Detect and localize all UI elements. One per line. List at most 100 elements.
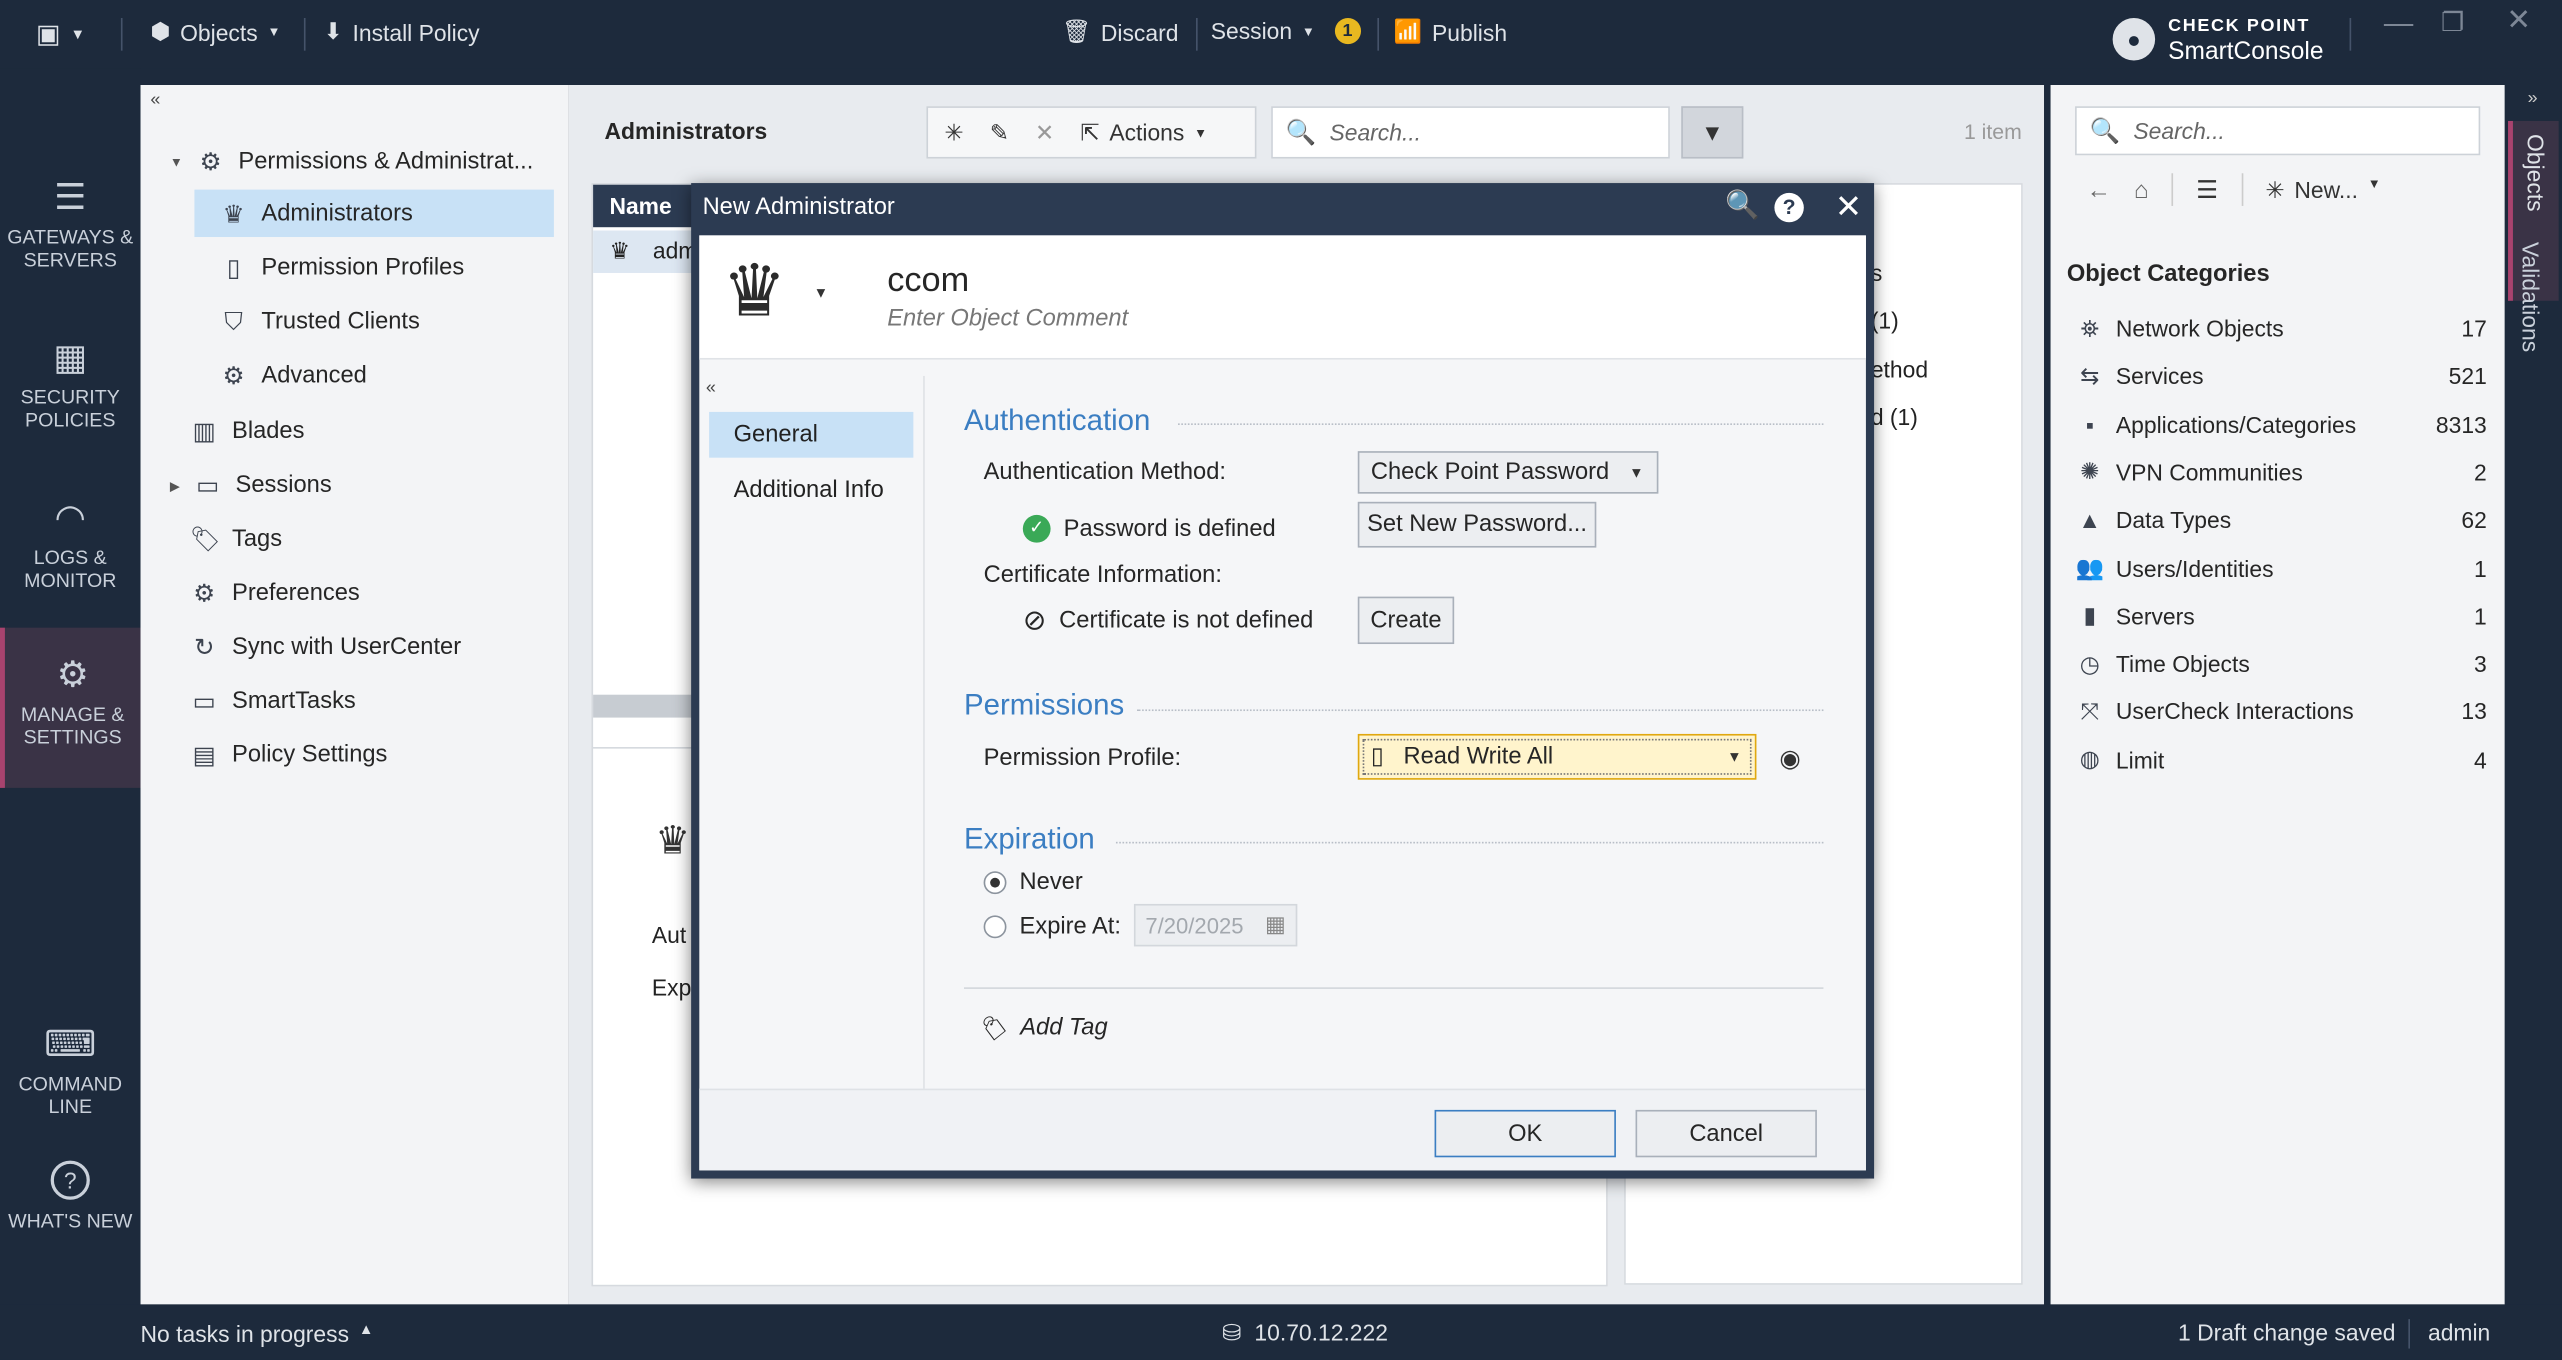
tree-item-sessions[interactable]: ▶ ▭ Sessions [170,463,332,509]
objects-toolbar: ← ⌂ ☰ ✳ New... ▼ [2086,173,2381,206]
users-icon: 👥 [2075,554,2105,581]
main-search-box[interactable]: 🔍 Search... [1271,106,1670,159]
dialog-nav-general[interactable]: General [709,411,914,458]
auth-method-label: Authentication Method: [983,459,1226,486]
back-arrow-icon[interactable]: ← [2086,176,2111,204]
home-icon[interactable]: ⌂ [2134,176,2149,204]
datatypes-icon: ▲ [2078,507,2102,534]
category-row[interactable]: ⇆ Services 521 [2075,357,2487,396]
section-authentication: Authentication [964,403,1151,437]
tree-item-preferences[interactable]: ⚙ Preferences [190,570,360,616]
actions-menu-button[interactable]: ⇱ Actions ▼ [1080,119,1207,147]
auth-method-select[interactable]: Check Point Password ▼ [1357,451,1659,494]
dialog-search-icon[interactable]: 🔍 [1725,190,1760,223]
category-count: 62 [2461,507,2487,534]
never-label: Never [1019,869,1083,896]
tree-item-permissions[interactable]: ▼ ⚙ Permissions & Administrat... [170,139,533,185]
tab-validations[interactable]: Validations [2508,242,2559,422]
set-new-password-button[interactable]: Set New Password... [1357,501,1597,548]
tree-item-permission-profiles[interactable]: ▯ Permission Profiles [219,245,464,291]
tag-icon: 🏷 [189,526,221,555]
sessions-icon: ▭ [196,472,220,501]
new-star-icon[interactable]: ✳ [944,119,963,147]
nav-logs-monitor[interactable]: ◠ LOGS & MONITOR [0,496,141,591]
objects-menu-button[interactable]: ⬢ Objects ▼ [150,18,280,46]
collapse-panel-button[interactable]: » [2528,88,2538,108]
category-row[interactable]: ⤧ UserCheck Interactions 13 [2075,692,2487,731]
install-policy-button[interactable]: ⬇ Install Policy [324,18,480,46]
category-row[interactable]: ✺ VPN Communities 2 [2075,453,2487,492]
category-row[interactable]: ▮ Servers 1 [2075,596,2487,635]
category-count: 17 [2461,315,2487,342]
tree-item-tags[interactable]: 🏷 Tags [190,517,283,563]
network-icon: ⛯ [2080,314,2099,341]
collapse-dialog-nav-button[interactable]: « [706,378,716,398]
session-menu-button[interactable]: Session ▼ 1 [1211,17,1361,45]
never-radio[interactable] [983,871,1007,895]
filter-icon: ▼ [1700,119,1724,146]
help-icon[interactable]: ? [1774,192,1804,223]
tree-item-administrators[interactable]: ♛ Administrators [219,191,413,237]
permission-profile-select[interactable]: ▯ Read Write All ▼ [1357,733,1757,780]
chevron-down-icon: ▼ [1629,464,1644,481]
view-eye-icon[interactable]: ◉ [1779,744,1800,773]
app-menu-button[interactable]: ▣ ▼ [36,18,85,51]
admin-avatar-icon[interactable]: ♛ [722,252,786,334]
gauge-icon: ◠ [54,496,86,538]
tree-item-trusted-clients[interactable]: ⛉ Trusted Clients [219,299,419,345]
object-name-input[interactable]: ccom [887,262,969,301]
collapse-tree-button[interactable]: « [150,90,160,110]
objects-search-box[interactable]: 🔍 Search... [2075,106,2481,156]
category-row[interactable]: ◍ Limit 4 [2075,740,2487,779]
category-row[interactable]: ⛯ Network Objects 17 [2075,309,2487,348]
dialog-close-icon[interactable]: ✕ [1835,186,1862,227]
nav-security-policies[interactable]: ▦ SECURITY POLICIES [0,339,141,431]
servers-icon: ☰ [54,176,87,218]
nav-gateways-servers[interactable]: ☰ GATEWAYS & SERVERS [0,176,141,271]
add-tag-button[interactable]: 🏷 Add Tag [977,1015,1108,1043]
filter-button[interactable]: ▼ [1681,106,1744,159]
calendar-icon[interactable]: ▦ [1265,912,1286,938]
publish-button[interactable]: 📶 Publish [1394,18,1507,46]
close-window-button[interactable]: ✕ [2506,3,2531,37]
delete-icon[interactable]: ✕ [1035,119,1054,147]
edit-icon[interactable]: ✎ [990,119,1009,147]
object-comment-input[interactable]: Enter Object Comment [887,306,1128,332]
object-header: ♛ ▼ ccom Enter Object Comment [699,235,1866,360]
category-row[interactable]: ▪ Applications/Categories 8313 [2075,405,2487,444]
category-name: Time Objects [2115,650,2250,677]
dialog-nav-additional-info[interactable]: Additional Info [709,467,913,513]
policy-settings-icon: ▤ [192,742,216,770]
cancel-button[interactable]: Cancel [1635,1109,1817,1158]
main-toolbar: ✳ ✎ ✕ ⇱ Actions ▼ [926,106,1257,159]
tree-item-blades[interactable]: ▥ Blades [190,409,305,455]
category-row[interactable]: ▲ Data Types 62 [2075,500,2487,539]
avatar-dropdown-icon[interactable]: ▼ [814,284,829,300]
category-count: 1 [2474,602,2487,629]
new-star-icon: ✳ [2265,175,2285,202]
discard-button[interactable]: 🗑 Discard [1062,18,1178,46]
tree-item-policy-settings[interactable]: ▤ Policy Settings [190,732,388,778]
new-object-button[interactable]: ✳ New... ▼ [2265,176,2380,204]
smarttasks-icon: ▭ [192,688,216,716]
tree-item-advanced[interactable]: ⚙ Advanced [219,353,367,399]
nav-command-line[interactable]: ⌨ COMMAND LINE [0,1026,141,1118]
nav-manage-settings[interactable]: ⚙ MANAGE & SETTINGS [0,627,141,788]
nav-whats-new[interactable]: ? WHAT'S NEW [0,1160,141,1232]
session-badge: 1 [1334,17,1361,45]
expire-at-radio[interactable] [983,915,1007,939]
ok-button[interactable]: OK [1434,1109,1616,1158]
list-view-icon[interactable]: ☰ [2196,175,2218,205]
install-icon: ⬇ [323,17,343,45]
tree-item-smarttasks[interactable]: ▭ SmartTasks [190,678,356,724]
minimize-button[interactable]: — [2384,7,2413,41]
create-certificate-button[interactable]: Create [1357,596,1455,645]
category-row[interactable]: ◷ Time Objects 3 [2075,644,2487,683]
category-row[interactable]: 👥 Users/Identities 1 [2075,548,2487,587]
tasks-status[interactable]: No tasks in progress ▲ [141,1321,374,1347]
top-bar: ▣ ▼ ⬢ Objects ▼ ⬇ Install Policy 🗑 Discard… [0,0,2562,69]
maximize-button[interactable]: ❐ [2441,7,2464,40]
tree-item-sync-usercenter[interactable]: ↻ Sync with UserCenter [190,624,461,670]
gear-icon: ⚙ [199,148,222,177]
main-title: Administrators [604,117,768,144]
